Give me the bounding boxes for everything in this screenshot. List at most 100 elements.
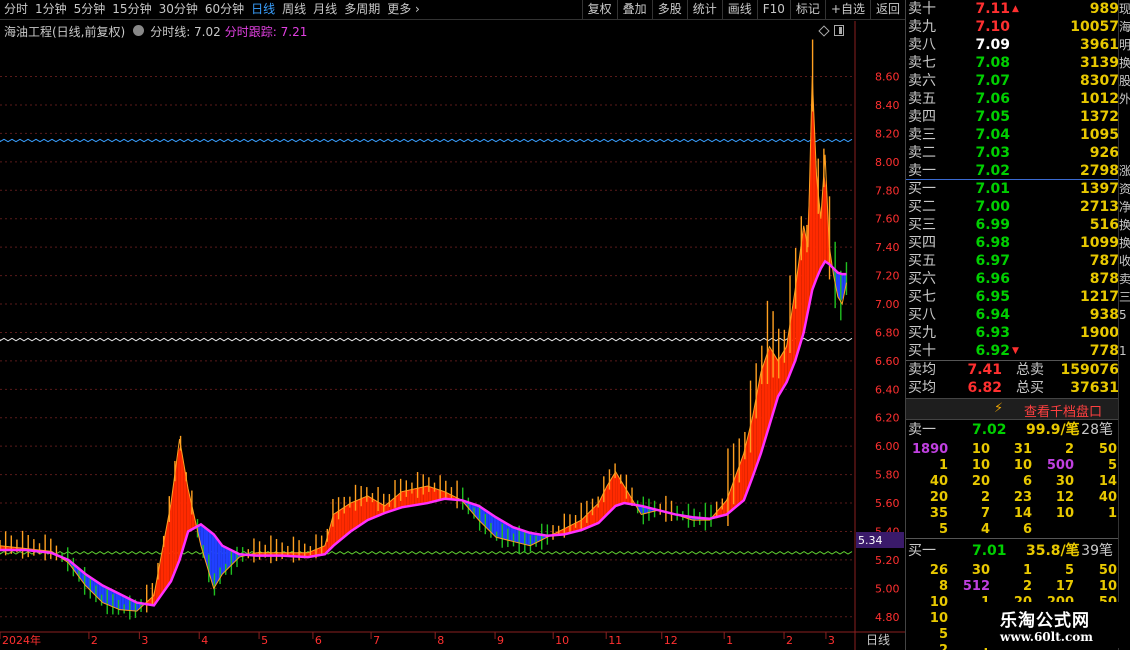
row-label: 卖五: [908, 91, 936, 107]
queue-cell: 4: [980, 522, 990, 537]
period-tab-4[interactable]: 30分钟: [155, 0, 201, 20]
tool-button-2[interactable]: 多股: [651, 0, 687, 20]
ask-row-8[interactable]: 卖二 7.03 926: [906, 144, 1119, 162]
queue-sell-row-1: 1 10 10 500 5: [906, 458, 1119, 474]
bid-row-6[interactable]: 买七 6.95 1217: [906, 288, 1119, 306]
row-price: 6.94: [975, 307, 1010, 323]
indicator-dot-icon[interactable]: [133, 25, 145, 36]
ask-row-0[interactable]: 卖十 7.11 989 ▲: [906, 0, 1119, 18]
avg-buy-row: 买均 6.82 总买 37631: [906, 379, 1119, 397]
period-tab-8[interactable]: 月线: [309, 0, 340, 20]
queue-cell: 20: [929, 490, 948, 505]
row-volume: 1372: [1080, 109, 1119, 125]
bid-row-9[interactable]: 买十 6.92 778 ▼: [906, 342, 1119, 360]
row-volume: 8307: [1080, 73, 1119, 89]
x-tick-label-8: 9: [497, 634, 504, 647]
queue-cell: 10: [1013, 458, 1032, 473]
queue-sell-row-0: 1890 10 31 2 50: [906, 442, 1119, 458]
row-label: 买六: [908, 271, 936, 287]
stock-title-bar: 海油工程(日线,前复权) 分时线: 7.02 分时跟踪: 7.21: [4, 23, 307, 40]
x-tick-label-0: 2024年: [2, 633, 41, 647]
row-volume: 778: [1089, 343, 1119, 359]
y-tick-label-18: 8.40: [875, 99, 900, 112]
bid-row-7[interactable]: 买八 6.94 938: [906, 306, 1119, 324]
queue-count: 28笔: [1081, 422, 1113, 438]
bid-row-8[interactable]: 买九 6.93 1900: [906, 324, 1119, 342]
tool-button-1[interactable]: 叠加: [616, 0, 652, 20]
bid-row-2[interactable]: 买三 6.99 516: [906, 216, 1119, 234]
tool-button-5[interactable]: F10: [756, 0, 790, 20]
period-tab-7[interactable]: 周线: [278, 0, 309, 20]
tool-button-6[interactable]: 标记: [789, 0, 825, 20]
toolbar: 分时 1分钟 5分钟 15分钟 30分钟 60分钟 日线 周线 月线 多周期 更多 › 复权 叠加 多股…: [0, 0, 905, 20]
ask-row-5[interactable]: 卖五 7.06 1012: [906, 90, 1119, 108]
x-tick-label-13: 2: [786, 634, 793, 647]
tool-button-8[interactable]: 返回: [869, 0, 905, 20]
bid-row-0[interactable]: 买一 7.01 1397: [906, 180, 1119, 198]
bid-row-3[interactable]: 买四 6.98 1099: [906, 234, 1119, 252]
queue-cell: 10: [971, 458, 990, 473]
ask-row-4[interactable]: 卖六 7.07 8307: [906, 72, 1119, 90]
queue-cell: 1: [1107, 506, 1117, 521]
row-volume: 1397: [1080, 181, 1119, 197]
queue-divider: [906, 538, 1119, 539]
y-tick-label-4: 5.60: [875, 497, 900, 510]
period-tab-6[interactable]: 日线: [247, 0, 278, 20]
kline-chart[interactable]: 海油工程(日线,前复权) 分时线: 7.02 分时跟踪: 7.21 4.80 5.…: [0, 21, 905, 650]
queue-cell: 2: [1022, 579, 1032, 594]
tool-button-7[interactable]: +自选: [824, 0, 870, 20]
ask-row-9[interactable]: 卖一 7.02 2798: [906, 162, 1119, 180]
ask-row-7[interactable]: 卖三 7.04 1095: [906, 126, 1119, 144]
period-tab-3[interactable]: 15分钟: [108, 0, 154, 20]
queue-cell: 10: [1055, 506, 1074, 521]
y-tick-label-8: 6.40: [875, 383, 900, 396]
strip-char-2: 明: [1119, 38, 1130, 52]
row-label: 买三: [908, 217, 936, 233]
tool-button-4[interactable]: 画线: [721, 0, 757, 20]
row-volume: 3961: [1080, 37, 1119, 53]
period-tab-1[interactable]: 1分钟: [31, 0, 70, 20]
row-label: 卖二: [908, 145, 936, 161]
queue-sell-row-2: 40 20 6 30 14: [906, 474, 1119, 490]
row-label: 卖九: [908, 19, 936, 35]
diamond-icon[interactable]: [818, 25, 830, 37]
bid-row-4[interactable]: 买五 6.97 787: [906, 252, 1119, 270]
row-label: 卖八: [908, 37, 936, 53]
x-tick-label-10: 11: [608, 634, 622, 647]
row-volume: 1099: [1080, 235, 1119, 251]
row-price: 7.02: [975, 163, 1010, 179]
queue-cell: 2: [1064, 442, 1074, 457]
ask-row-1[interactable]: 卖九 7.10 10057: [906, 18, 1119, 36]
bid-row-1[interactable]: 买二 7.00 2713: [906, 198, 1119, 216]
queue-sell-row-5: 5 4 6: [906, 522, 1119, 538]
y-tick-label-15: 7.80: [875, 184, 900, 197]
queue-cell: 10: [929, 595, 948, 610]
queue-count: 39笔: [1081, 543, 1113, 559]
row-price: 7.04: [975, 127, 1010, 143]
queue-cell: 8: [938, 579, 948, 594]
row-volume: 1900: [1080, 325, 1119, 341]
view-qian-button[interactable]: ⚡ 查看千档盘口: [906, 398, 1119, 420]
ask-row-2[interactable]: 卖八 7.09 3961: [906, 36, 1119, 54]
period-tab-9[interactable]: 多周期: [340, 0, 383, 20]
queue-cell: 6: [1022, 474, 1032, 489]
period-tab-0[interactable]: 分时: [0, 0, 31, 20]
ask-row-6[interactable]: 卖四 7.05 1372: [906, 108, 1119, 126]
x-tick-label-12: 1: [726, 634, 733, 647]
stock-title: 海油工程(日线,前复权): [4, 25, 126, 39]
reference-line-1: [0, 337, 853, 342]
y-tick-label-17: 8.20: [875, 127, 900, 140]
strip-char-15: 卖: [1119, 272, 1130, 286]
y-tick-label-19: 8.60: [875, 71, 900, 84]
band-segment-123: [347, 503, 350, 535]
period-tab-5[interactable]: 60分钟: [201, 0, 247, 20]
ask-row-3[interactable]: 卖七 7.08 3139: [906, 54, 1119, 72]
bid-row-5[interactable]: 买六 6.96 878: [906, 270, 1119, 288]
panel-toggle-icon[interactable]: [834, 25, 844, 36]
price-chart-svg[interactable]: 4.805.005.205.405.605.806.006.206.406.60…: [0, 21, 905, 650]
tool-button-0[interactable]: 复权: [581, 0, 617, 20]
period-tab-10[interactable]: 更多 ›: [383, 0, 423, 20]
y-tick-label-5: 5.80: [875, 469, 900, 482]
period-tab-2[interactable]: 5分钟: [70, 0, 109, 20]
tool-button-3[interactable]: 统计: [686, 0, 722, 20]
